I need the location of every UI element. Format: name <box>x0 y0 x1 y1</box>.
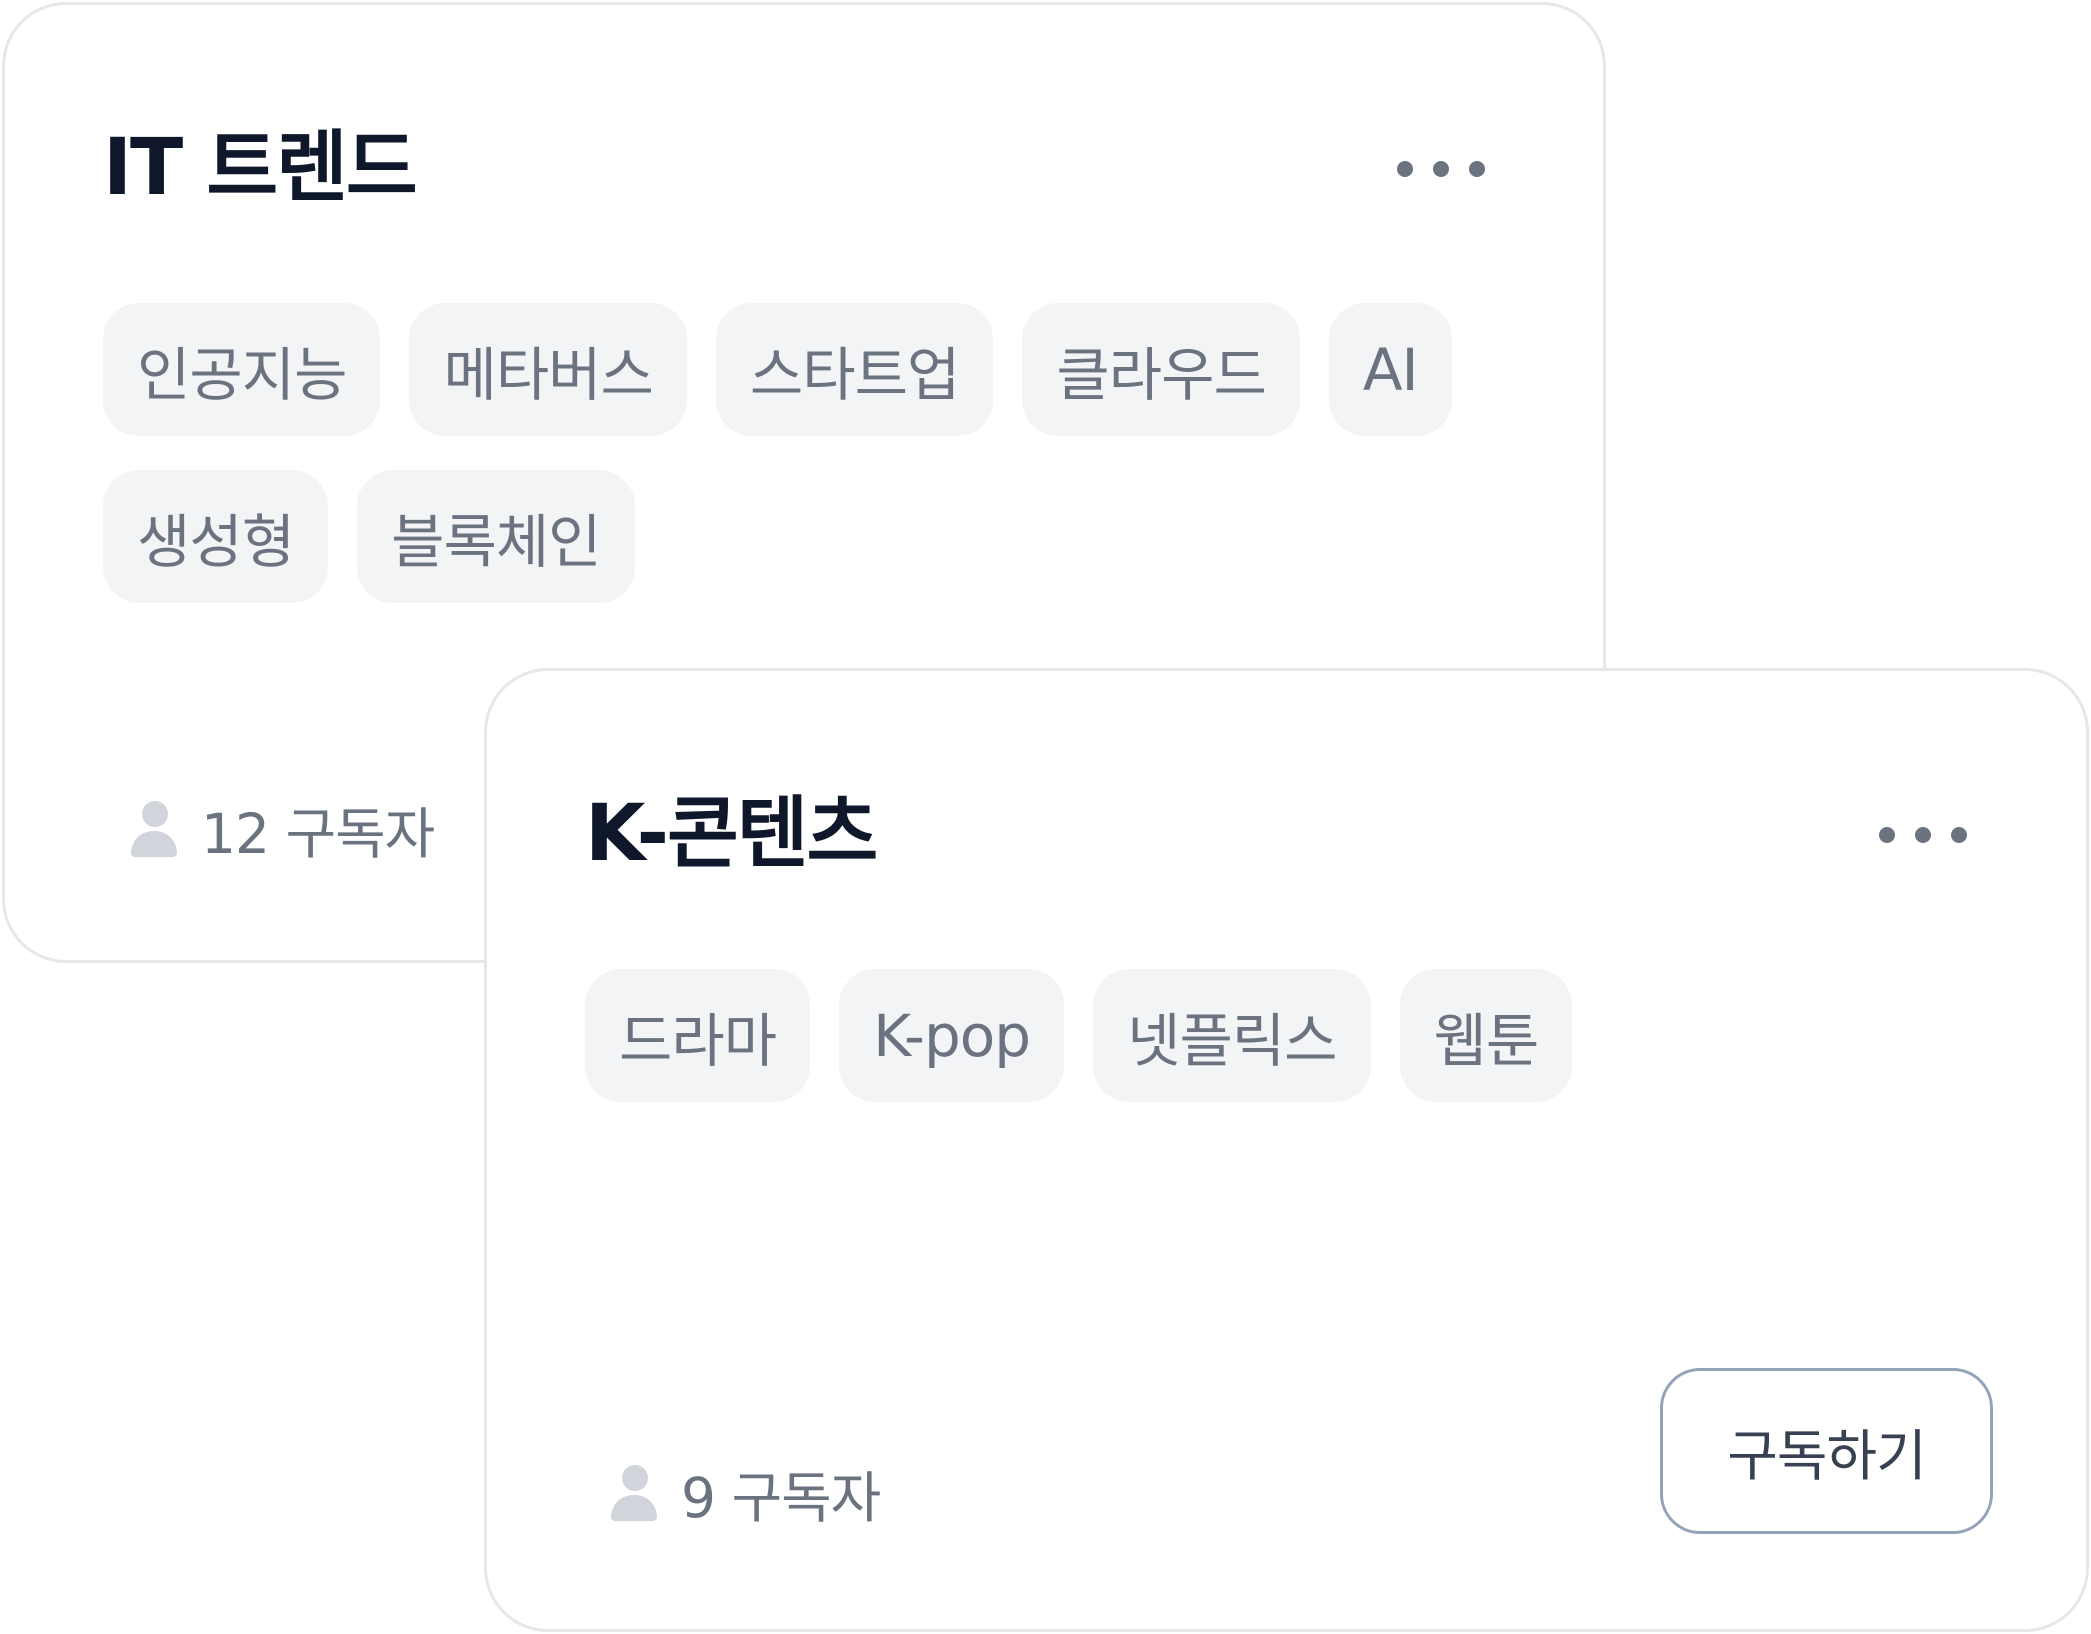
more-options-button[interactable] <box>1879 815 1967 855</box>
tag-chip[interactable]: AI <box>1328 303 1452 436</box>
tag-chip[interactable]: 웹툰 <box>1399 969 1573 1102</box>
tag-chip[interactable]: 블록체인 <box>357 470 635 603</box>
tag-chip[interactable]: 넷플릭스 <box>1093 969 1371 1102</box>
user-icon <box>611 1465 657 1521</box>
more-horizontal-icon <box>1879 827 1895 843</box>
tag-chip[interactable]: 생성형 <box>103 470 329 603</box>
topic-card-k-content[interactable]: K-콘텐츠 드라마 K-pop 넷플릭스 웹툰 9 구독자 구독하기 <box>484 668 2089 1632</box>
tag-chip[interactable]: 클라우드 <box>1022 303 1300 436</box>
subscriber-count-text: 9 구독자 <box>681 1466 881 1530</box>
card-title: K-콘텐츠 <box>585 789 878 879</box>
tag-chip[interactable]: 드라마 <box>585 969 811 1102</box>
more-options-button[interactable] <box>1397 149 1485 189</box>
tag-chip[interactable]: 메타버스 <box>409 303 687 436</box>
more-horizontal-icon <box>1397 161 1413 177</box>
tag-list: 드라마 K-pop 넷플릭스 웹툰 <box>585 969 1935 1102</box>
subscriber-count-text: 12 구독자 <box>201 802 435 866</box>
card-title: IT 트렌드 <box>103 123 418 213</box>
tag-chip[interactable]: 인공지능 <box>103 303 381 436</box>
user-icon <box>131 801 177 857</box>
subscriber-count: 9 구독자 <box>611 1453 881 1533</box>
subscriber-count: 12 구독자 <box>131 789 435 869</box>
tag-chip[interactable]: 스타트업 <box>715 303 994 436</box>
tag-list: 인공지능 메타버스 스타트업 클라우드 AI 생성형 블록체인 <box>103 303 1453 603</box>
subscribe-button[interactable]: 구독하기 <box>1660 1368 1993 1534</box>
tag-chip[interactable]: K-pop <box>839 969 1065 1102</box>
